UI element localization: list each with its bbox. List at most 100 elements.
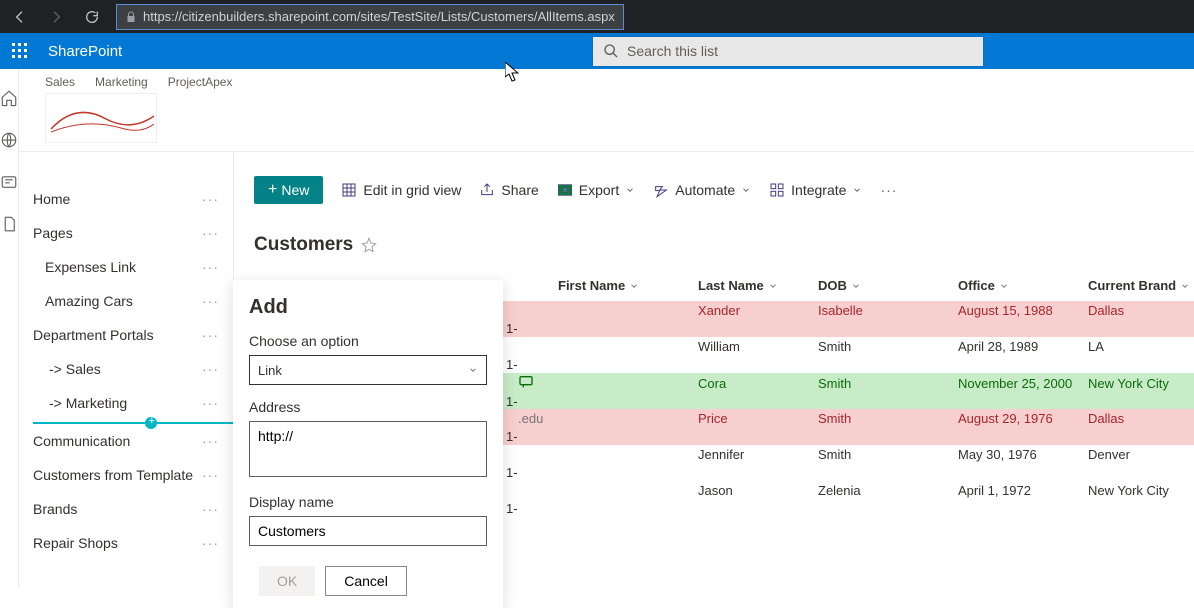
suite-bar: SharePoint Search this list — [0, 33, 1194, 69]
table-row[interactable]: WilliamSmithApril 28, 1989LAMazda1- — [502, 337, 1194, 373]
chevron-down-icon — [999, 281, 1009, 291]
cell-office: New York City — [1084, 483, 1194, 498]
choose-option-select[interactable]: Link — [249, 355, 487, 385]
cell-first-name: Cora — [694, 376, 814, 391]
cell-email: .edu — [514, 411, 554, 426]
home-icon[interactable] — [0, 89, 18, 107]
table-row[interactable]: JasonZeleniaApril 1, 1972New York CityMe… — [502, 481, 1194, 517]
cell-last-name: Smith — [814, 411, 954, 426]
site-logo[interactable] — [45, 93, 157, 143]
reload-button[interactable] — [78, 3, 106, 31]
nav-amazing-cars[interactable]: Amazing Cars··· — [19, 284, 233, 318]
nav-more-icon[interactable]: ··· — [202, 225, 219, 241]
grid-icon — [341, 182, 357, 198]
chevron-down-icon — [852, 185, 862, 195]
chevron-down-icon — [768, 281, 778, 291]
nav-marketing[interactable]: -> Marketing··· — [19, 386, 233, 420]
column-header[interactable]: First Name — [554, 278, 694, 293]
cell-office: LA — [1084, 339, 1194, 354]
table-row[interactable]: XanderIsabelleAugust 15, 1988DallasHonda… — [502, 301, 1194, 337]
edit-grid-button[interactable]: Edit in grid view — [341, 182, 461, 198]
column-header[interactable]: Office — [954, 278, 1084, 293]
cell-office: Dallas — [1084, 411, 1194, 426]
quick-launch: Home··· Pages··· Expenses Link··· Amazin… — [19, 152, 234, 588]
automate-icon — [653, 182, 669, 198]
nav-sales[interactable]: -> Sales··· — [19, 352, 233, 386]
nav-more-icon[interactable]: ··· — [202, 293, 219, 309]
nav-home[interactable]: Home··· — [19, 182, 233, 216]
app-launcher-icon[interactable] — [10, 41, 30, 61]
comment-icon — [518, 374, 534, 390]
cell-email — [514, 374, 554, 393]
address-bar[interactable]: https://citizenbuilders.sharepoint.com/s… — [116, 4, 624, 30]
nav-repair-shops[interactable]: Repair Shops··· — [19, 526, 233, 560]
address-label: Address — [249, 399, 487, 415]
choose-option-label: Choose an option — [249, 333, 487, 349]
nav-more-icon[interactable]: ··· — [202, 467, 219, 483]
cell-dob: August 29, 1976 — [954, 411, 1084, 426]
chevron-down-icon — [625, 185, 635, 195]
display-name-input[interactable] — [249, 516, 487, 546]
cell-office: New York City — [1084, 376, 1194, 391]
forward-button[interactable] — [42, 3, 70, 31]
new-button[interactable]: +New — [254, 176, 323, 204]
nav-communication[interactable]: Communication··· — [19, 424, 233, 458]
nav-more-icon[interactable]: ··· — [202, 191, 219, 207]
nav-more-icon[interactable]: ··· — [202, 327, 219, 343]
lock-icon — [125, 11, 137, 23]
chevron-down-icon — [851, 281, 861, 291]
excel-icon: X — [557, 182, 573, 198]
nav-more-icon[interactable]: ··· — [202, 433, 219, 449]
nav-department-portals[interactable]: Department Portals··· — [19, 318, 233, 352]
favorite-icon[interactable] — [361, 237, 377, 253]
files-icon[interactable] — [0, 215, 18, 233]
cell-last-name: Zelenia — [814, 483, 954, 498]
nav-expenses-link[interactable]: Expenses Link··· — [19, 250, 233, 284]
overflow-button[interactable]: ··· — [880, 182, 897, 198]
automate-button[interactable]: Automate — [653, 182, 751, 198]
cell-dob: April 1, 1972 — [954, 483, 1084, 498]
column-header[interactable]: Last Name — [694, 278, 814, 293]
integrate-button[interactable]: Integrate — [769, 182, 862, 198]
add-panel: Add Choose an option Link Address Displa… — [233, 280, 503, 608]
cell-first-name: Jason — [694, 483, 814, 498]
globe-icon[interactable] — [0, 131, 18, 149]
list-title-row: Customers — [254, 216, 1194, 270]
nav-more-icon[interactable]: ··· — [202, 259, 219, 275]
address-input[interactable] — [249, 421, 487, 477]
search-box[interactable]: Search this list — [592, 36, 984, 67]
cell-pl: 1- — [502, 321, 554, 336]
nav-more-icon[interactable]: ··· — [202, 395, 219, 411]
nav-more-icon[interactable]: ··· — [202, 535, 219, 551]
nav-brands[interactable]: Brands··· — [19, 492, 233, 526]
site-header: Sales Marketing ProjectApex — [19, 69, 1194, 152]
cell-pl: 1- — [502, 501, 554, 516]
ok-button: OK — [259, 566, 315, 596]
nav-pages[interactable]: Pages··· — [19, 216, 233, 250]
cell-dob: May 30, 1976 — [954, 447, 1084, 462]
command-bar: +New Edit in grid view Share XExport Aut… — [254, 176, 1194, 216]
cancel-button[interactable]: Cancel — [325, 566, 407, 596]
search-placeholder: Search this list — [627, 43, 718, 59]
hub-link[interactable]: ProjectApex — [168, 75, 233, 89]
column-header[interactable]: Current Brand — [1084, 278, 1194, 293]
cell-first-name: William — [694, 339, 814, 354]
nav-more-icon[interactable]: ··· — [202, 361, 219, 377]
table-row[interactable]: CoraSmithNovember 25, 2000New York CityM… — [502, 373, 1194, 409]
url-text: https://citizenbuilders.sharepoint.com/s… — [143, 9, 615, 24]
export-button[interactable]: XExport — [557, 182, 635, 198]
nav-customers-from-template[interactable]: Customers from Template··· — [19, 458, 233, 492]
nav-more-icon[interactable]: ··· — [202, 501, 219, 517]
column-header[interactable]: DOB — [814, 278, 954, 293]
hub-link[interactable]: Sales — [45, 75, 75, 89]
display-name-label: Display name — [249, 494, 487, 510]
back-button[interactable] — [6, 3, 34, 31]
table-row[interactable]: JenniferSmithMay 30, 1976DenverMazda1- — [502, 445, 1194, 481]
table-row[interactable]: .eduPriceSmithAugust 29, 1976DallasHonda… — [502, 409, 1194, 445]
share-button[interactable]: Share — [479, 182, 538, 198]
chevron-down-icon — [629, 281, 639, 291]
brand-label[interactable]: SharePoint — [48, 43, 122, 60]
hub-link[interactable]: Marketing — [95, 75, 148, 89]
panel-title: Add — [249, 296, 487, 319]
news-icon[interactable] — [0, 173, 18, 191]
